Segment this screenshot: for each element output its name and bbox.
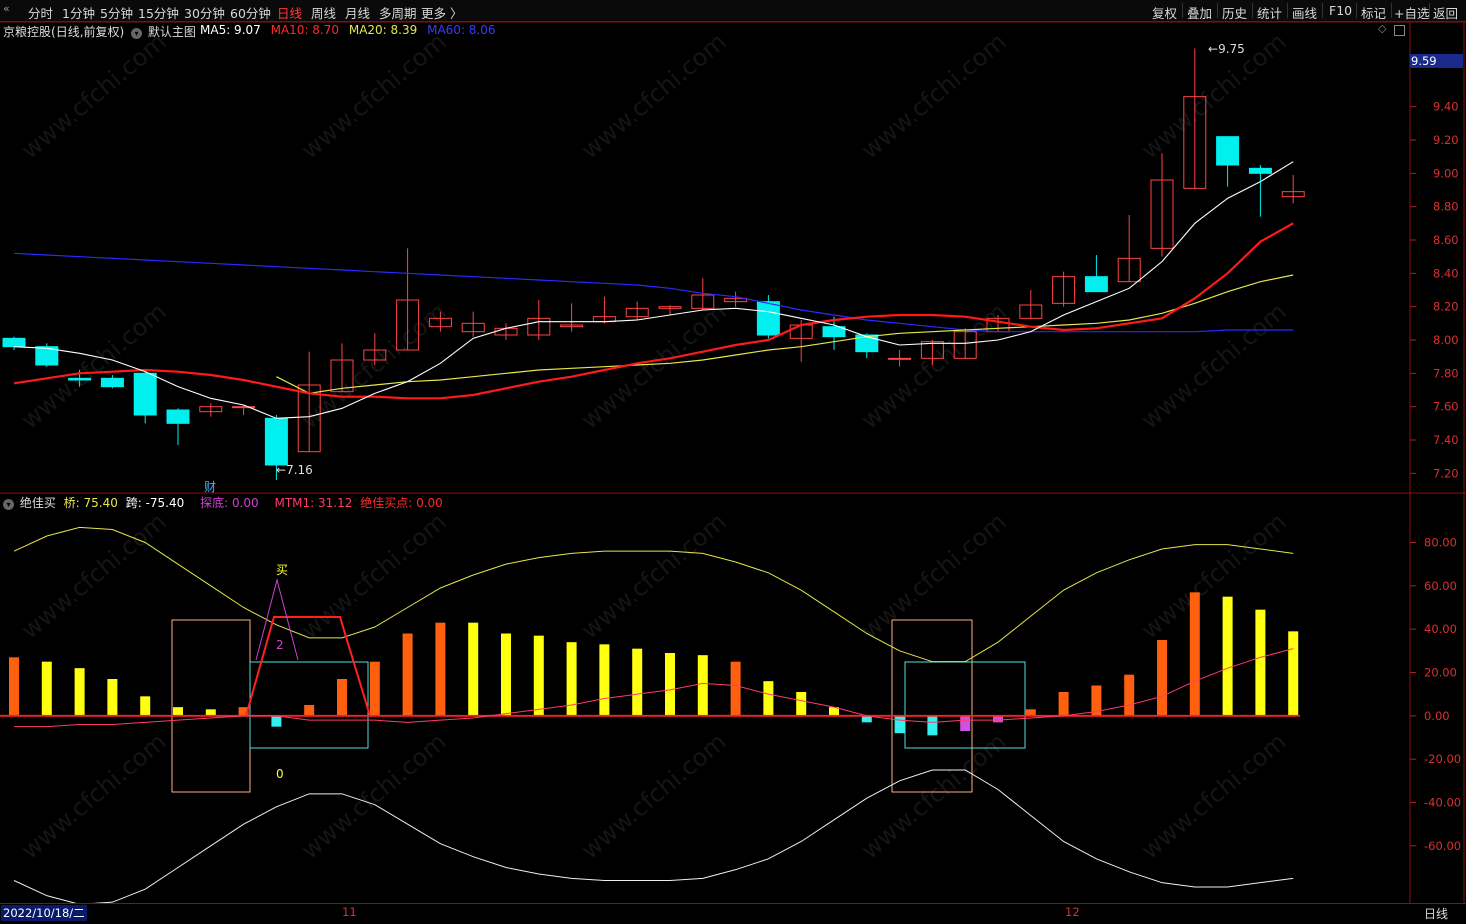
indicator-tick-label: 0.00	[1424, 709, 1450, 723]
candle-body-down	[264, 417, 288, 466]
watermark-text: www.cfchi.com	[856, 507, 1012, 644]
indicator-tick-label: 60.00	[1424, 579, 1457, 593]
low-annotation: ←7.16	[276, 463, 313, 477]
watermark-text: www.cfchi.com	[296, 507, 452, 644]
candle-body-up	[232, 406, 256, 409]
indicator-bar	[74, 668, 85, 716]
candle-body-down	[1084, 276, 1108, 293]
indicator-bar	[1025, 709, 1036, 716]
indicator-bar	[271, 715, 282, 727]
candle-body-down	[756, 301, 780, 336]
indicator-bar	[1124, 674, 1135, 716]
indicator-bar	[1189, 592, 1200, 716]
indicator-bar	[533, 635, 544, 716]
price-tick-label: 7.40	[1433, 433, 1459, 447]
watermark-text: www.cfchi.com	[1136, 727, 1292, 864]
indicator-bar	[435, 622, 446, 716]
month-11-label: 11	[342, 905, 357, 919]
indicator-bar	[665, 653, 675, 716]
indicator-tick-label: 80.00	[1424, 536, 1457, 550]
signal-zone-box	[171, 619, 251, 793]
month-12-label: 12	[1065, 905, 1080, 919]
watermark-text: www.cfchi.com	[1136, 507, 1292, 644]
indicator-bar	[41, 661, 52, 716]
candle-body-up	[888, 357, 912, 360]
indicator-tick-label: -40.00	[1424, 796, 1461, 810]
watermark-text: www.cfchi.com	[856, 27, 1012, 164]
watermark-text: www.cfchi.com	[576, 727, 732, 864]
ma60-line	[13, 252, 1294, 333]
indicator-bar	[1157, 640, 1167, 716]
qiao-line	[13, 526, 1294, 663]
price-tick-label: 8.40	[1433, 266, 1459, 280]
date-axis	[0, 903, 1466, 924]
finance-event-marker[interactable]: 财	[204, 478, 216, 495]
indicator-tick-label: -60.00	[1424, 839, 1461, 853]
indicator-bar	[599, 644, 610, 716]
price-tick-label: 8.60	[1433, 233, 1459, 247]
indicator-bar	[993, 715, 1003, 723]
price-tick-label: 8.80	[1433, 200, 1459, 214]
current-price-tag: 9.59	[1410, 54, 1463, 68]
watermark-layer: www.cfchi.com www.cfchi.com www.cfchi.com w…	[16, 27, 1292, 864]
indicator-tick-label: -20.00	[1424, 752, 1461, 766]
indicator-bar	[730, 661, 741, 716]
indicator-bar	[1058, 692, 1069, 716]
price-tick-label: 7.60	[1433, 400, 1459, 414]
indicator-bar	[9, 657, 19, 716]
indicator-tick-label: 40.00	[1424, 622, 1457, 636]
indicator-bar	[796, 692, 807, 716]
price-tick-label: 8.00	[1433, 333, 1459, 347]
indicator-bar	[501, 633, 511, 716]
price-axis: 9.40 9.20 9.00 8.80 8.60 8.40 8.20 8.00 7.80 7.60…	[1410, 100, 1461, 853]
indicator-bar	[960, 715, 971, 731]
indicator-bar	[402, 633, 413, 716]
price-chart[interactable]: www.cfchi.com www.cfchi.com www.cfchi.com w…	[0, 0, 1466, 923]
indicator-bar	[140, 696, 151, 716]
start-date-label: 2022/10/18/二	[1, 905, 87, 921]
indicator-bar	[1222, 596, 1233, 716]
signal-number-0: 0	[276, 767, 284, 781]
price-tick-label: 9.00	[1433, 166, 1459, 180]
indicator-bar	[304, 705, 315, 716]
watermark-text: www.cfchi.com	[576, 507, 732, 644]
indicator-bar	[337, 679, 347, 716]
indicator-bar	[468, 622, 479, 716]
candle-body-down	[1216, 136, 1240, 166]
candle-body-down	[133, 372, 157, 416]
period-label[interactable]: 日线	[1424, 905, 1448, 922]
candle-body-down	[166, 409, 190, 424]
price-tick-label: 7.80	[1433, 366, 1459, 380]
candle-body-down	[68, 377, 92, 381]
watermark-text: www.cfchi.com	[16, 27, 172, 164]
price-tick-label: 9.20	[1433, 133, 1459, 147]
indicator-bar	[205, 709, 216, 716]
indicator-bar	[894, 715, 905, 734]
indicator-bar	[1255, 609, 1266, 716]
indicator-tick-label: 20.00	[1424, 666, 1457, 680]
indicator-bar	[632, 648, 643, 716]
indicator-bar	[927, 715, 938, 736]
price-tick-label: 7.20	[1433, 466, 1459, 480]
candle-body-down	[100, 377, 124, 388]
high-annotation: ←9.75	[1208, 42, 1245, 56]
watermark-text: www.cfchi.com	[576, 27, 732, 164]
indicator-bar	[861, 715, 872, 723]
indicator-bar	[1288, 631, 1299, 716]
indicator-bar	[763, 681, 774, 716]
indicator-bar	[697, 655, 708, 716]
indicator-bar	[173, 707, 183, 716]
price-tick-label: 9.40	[1433, 100, 1459, 114]
candle-body-down	[1248, 167, 1272, 174]
buy-signal-label: 买	[276, 563, 289, 577]
price-tick-label: 8.20	[1433, 300, 1459, 314]
watermark-text: www.cfchi.com	[16, 727, 172, 864]
indicator-bar	[107, 679, 118, 716]
candle-body-down	[2, 337, 26, 348]
indicator-bar	[369, 661, 380, 716]
signal-zone-box	[904, 661, 1026, 749]
watermark-text: www.cfchi.com	[576, 297, 732, 434]
watermark-text: www.cfchi.com	[296, 27, 452, 164]
signal-number-2: 2	[276, 638, 284, 652]
